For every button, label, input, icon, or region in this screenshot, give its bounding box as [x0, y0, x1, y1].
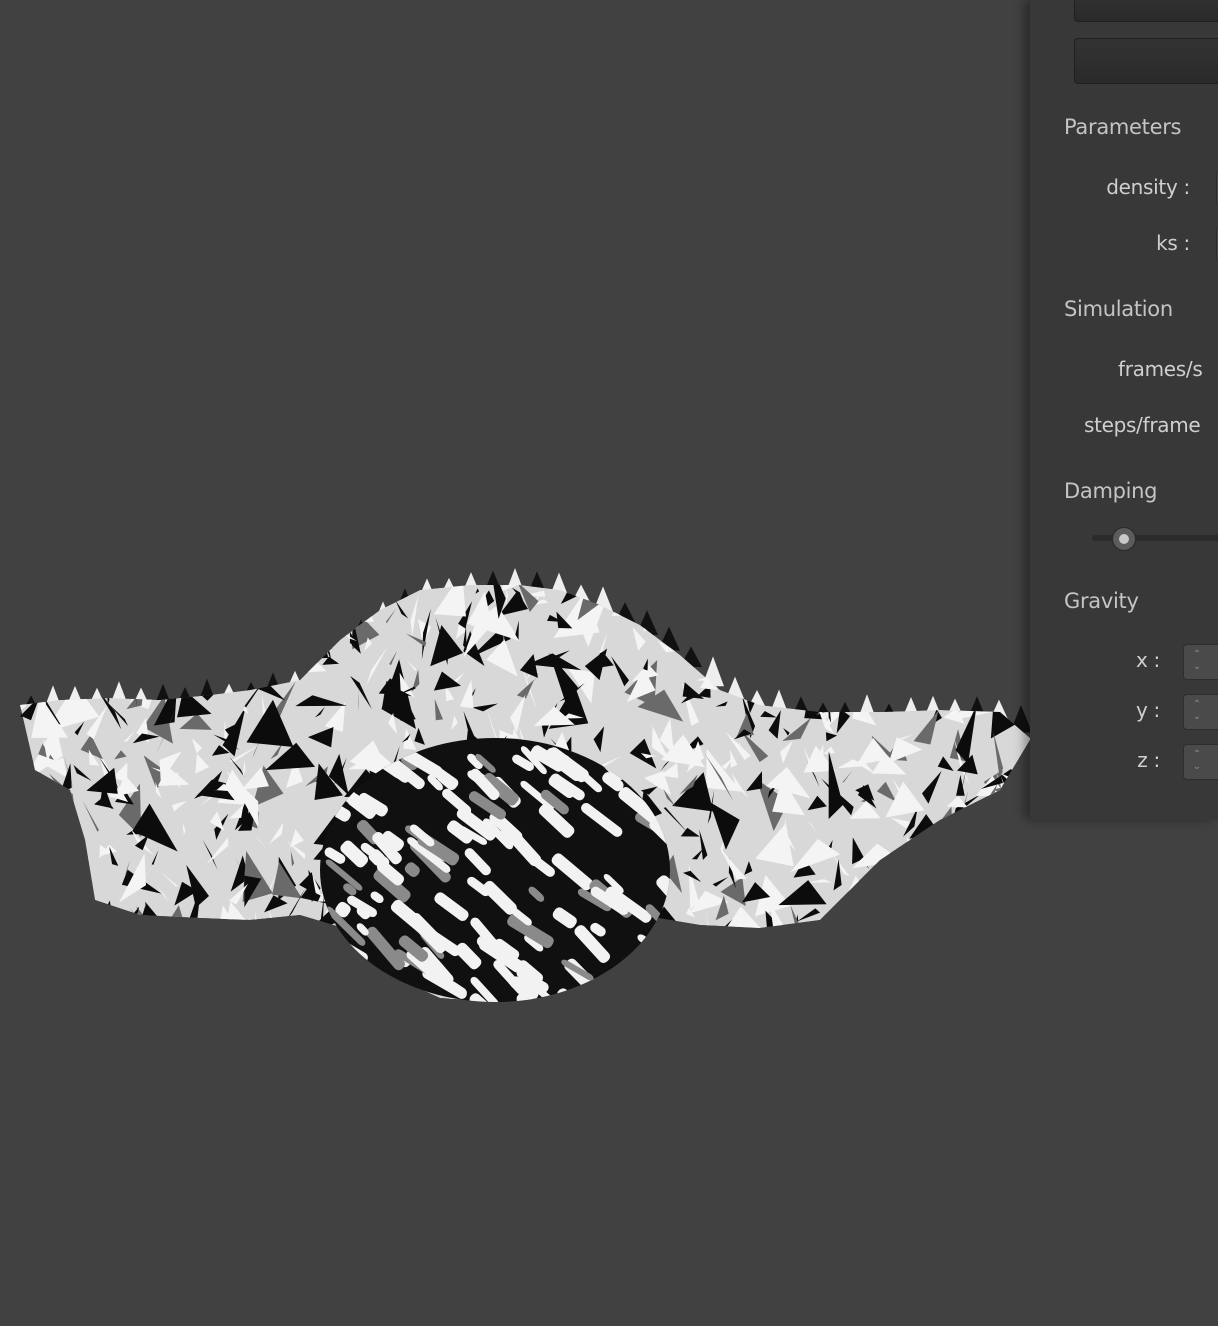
section-gravity: Gravity [1064, 589, 1139, 613]
gravity-z-spinbox[interactable]: ⌃ ⌄ [1183, 744, 1218, 780]
ks-label: ks : [1156, 231, 1190, 255]
density-label: density : [1106, 175, 1190, 199]
frames-per-s-label: frames/s [1118, 357, 1203, 381]
gravity-y-label: y : [1135, 698, 1160, 722]
section-damping: Damping [1064, 479, 1158, 503]
damping-slider-track[interactable] [1092, 535, 1218, 541]
steps-per-frame-label: steps/frame [1084, 413, 1201, 437]
gravity-x-label: x : [1135, 648, 1160, 672]
cloth-sphere-scene[interactable] [0, 0, 1030, 1326]
section-parameters: Parameters [1064, 115, 1182, 139]
settings-panel: Parameters density : ks : Simulation fra… [1030, 0, 1218, 820]
up-down-arrows-icon[interactable]: ⌃ ⌄ [1190, 749, 1204, 775]
slider-knob-icon[interactable] [1112, 527, 1136, 551]
gravity-z-label: z : [1137, 748, 1160, 772]
section-simulation: Simulation [1064, 297, 1173, 321]
gravity-y-spinbox[interactable]: ⌃ ⌄ [1183, 694, 1218, 730]
up-down-arrows-icon[interactable]: ⌃ ⌄ [1190, 699, 1204, 725]
panel-action-button[interactable] [1074, 38, 1218, 84]
panel-top-button[interactable] [1074, 0, 1218, 22]
up-down-arrows-icon[interactable]: ⌃ ⌄ [1190, 649, 1204, 675]
gravity-x-spinbox[interactable]: ⌃ ⌄ [1183, 644, 1218, 680]
3d-viewport[interactable] [0, 0, 1030, 1326]
